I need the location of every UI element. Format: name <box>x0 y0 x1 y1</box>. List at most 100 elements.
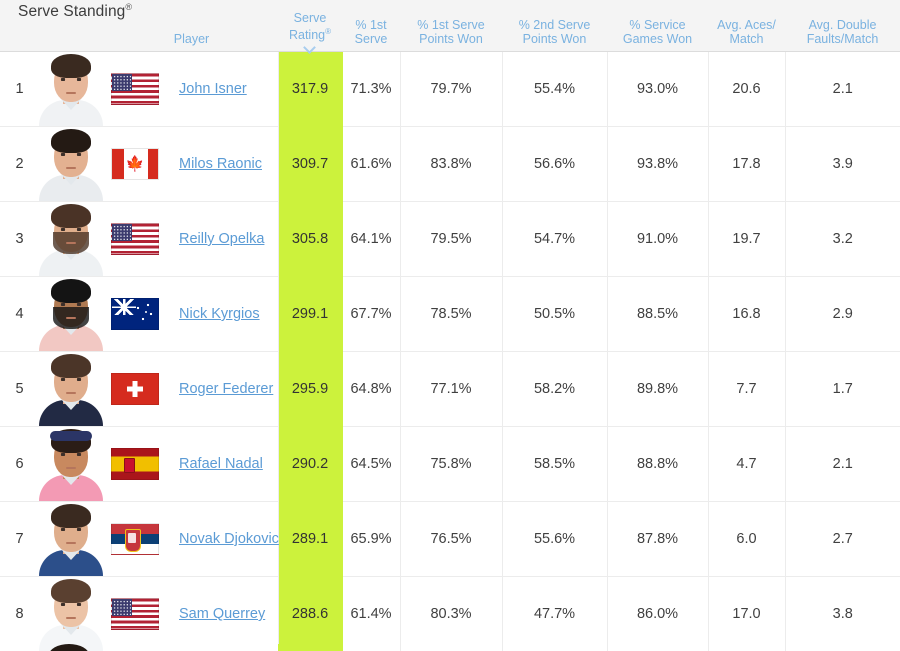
player-photo-cell[interactable] <box>35 126 105 202</box>
player-cell[interactable]: Milos Raonic <box>105 126 279 202</box>
player-photo-cell[interactable] <box>35 426 105 502</box>
table-row[interactable]: 1 John Isner 317.9 71.3% 79.7% 55.4% 93.0% 20.6… <box>0 52 900 127</box>
avg-aces-per-match-cell: 4.7 <box>708 426 786 502</box>
avg-double-faults-per-match-cell: 2.7 <box>785 501 900 577</box>
col-header-avg-aces-match[interactable]: Avg. Aces/ Match <box>708 0 785 52</box>
col-header-first-serve-points-won-l1: % 1st Serve <box>417 18 485 32</box>
col-header-first-serve-points-won-l2: Points Won <box>419 32 483 46</box>
second-serve-points-won-cell: 56.6% <box>502 126 608 202</box>
first-serve-points-won-cell: 78.5% <box>400 276 503 352</box>
player-name-link[interactable]: Rafael Nadal <box>179 456 263 472</box>
player-name-link[interactable]: Sam Querrey <box>179 606 265 622</box>
portrait-hair <box>51 354 91 378</box>
second-serve-points-won-cell: 54.7% <box>502 201 608 277</box>
player-photo-cell[interactable] <box>35 52 105 127</box>
portrait-eyes <box>59 603 83 606</box>
serve-rating-highlight <box>278 644 342 651</box>
avg-double-faults-per-match-cell: 1.7 <box>785 351 900 427</box>
col-header-service-games-won-l2: Games Won <box>622 32 693 46</box>
rank-cell: 7 <box>0 501 35 577</box>
serve-rating-cell: 295.9 <box>278 351 343 427</box>
avg-double-faults-per-match-cell: 3.2 <box>785 201 900 277</box>
col-header-second-serve-points-won[interactable]: % 2nd Serve Points Won <box>502 0 607 52</box>
player-photo-cell[interactable] <box>35 501 105 577</box>
serve-standing-table: Player Serve Rating® % 1st Serve % 1st S… <box>0 0 900 651</box>
col-header-first-serve-points-won[interactable]: % 1st Serve Points Won <box>400 0 502 52</box>
col-header-avg-double-faults-match[interactable]: Avg. Double Faults/Match <box>785 0 900 52</box>
player-photo <box>35 644 103 651</box>
rank-cell: 6 <box>0 426 35 502</box>
portrait-headband <box>50 431 92 441</box>
avg-double-faults-per-match-cell: 3.8 <box>785 576 900 651</box>
service-games-won-cell: 86.0% <box>607 576 709 651</box>
flag-icon-usa <box>111 598 159 630</box>
col-header-service-games-won[interactable]: % Service Games Won <box>607 0 708 52</box>
table-row[interactable]: 7 Novak Djokovic 289.1 65.9% 76.5% 55.6% 87.8%… <box>0 501 900 577</box>
next-row-preview <box>0 644 900 651</box>
col-header-second-serve-points-won-l1: % 2nd Serve <box>518 18 591 32</box>
player-name-link[interactable]: Novak Djokovic <box>179 531 279 547</box>
serve-rating-cell: 309.7 <box>278 126 343 202</box>
col-header-player-l1: Player <box>173 32 210 46</box>
player-name-link[interactable]: Reilly Opelka <box>179 231 264 247</box>
first-serve-pct-cell: 64.5% <box>342 426 401 502</box>
portrait-mouth <box>66 392 76 394</box>
table-row[interactable]: 4 Nick Kyrgios 299.1 67.7% 78.5% 50.5% 88.5% 16… <box>0 276 900 352</box>
player-photo-cell[interactable] <box>35 351 105 427</box>
chevron-down-icon[interactable] <box>305 43 316 50</box>
rank-cell: 4 <box>0 276 35 352</box>
serve-rating-cell: 289.1 <box>278 501 343 577</box>
col-header-first-serve-l1: % 1st <box>355 18 387 32</box>
avg-double-faults-per-match-cell: 2.1 <box>785 52 900 127</box>
table-row[interactable]: 3 Reilly Opelka 305.8 64.1% 79.5% 54.7% 91.0% 1… <box>0 201 900 277</box>
first-serve-points-won-cell: 79.7% <box>400 52 503 127</box>
player-name-link[interactable]: John Isner <box>179 81 247 97</box>
player-cell[interactable]: John Isner <box>105 52 279 127</box>
player-cell[interactable]: Reilly Opelka <box>105 201 279 277</box>
player-name-link[interactable]: Nick Kyrgios <box>179 306 260 322</box>
player-name-link[interactable]: Roger Federer <box>179 381 273 397</box>
first-serve-pct-cell: 61.6% <box>342 126 401 202</box>
table-row[interactable]: 6 Rafael Nadal 290.2 64.5% 75.8% 58.5% 88.8% 4.… <box>0 426 900 502</box>
avg-double-faults-per-match-cell: 3.9 <box>785 126 900 202</box>
player-cell[interactable]: Novak Djokovic <box>105 501 279 577</box>
portrait-eyes <box>59 153 83 156</box>
portrait-eyes <box>59 378 83 381</box>
flag-icon-sui <box>111 373 159 405</box>
col-header-service-games-won-l1: % Service <box>629 18 686 32</box>
second-serve-points-won-cell: 58.5% <box>502 426 608 502</box>
first-serve-pct-cell: 64.8% <box>342 351 401 427</box>
player-cell[interactable]: Nick Kyrgios <box>105 276 279 352</box>
second-serve-points-won-cell: 58.2% <box>502 351 608 427</box>
col-header-serve-rating[interactable]: Serve Rating® <box>278 0 342 52</box>
player-photo-cell[interactable] <box>35 276 105 352</box>
player-cell[interactable]: Roger Federer <box>105 351 279 427</box>
player-name-link[interactable]: Milos Raonic <box>179 156 262 172</box>
player-cell[interactable]: Rafael Nadal <box>105 426 279 502</box>
portrait-hair <box>51 504 91 528</box>
table-row[interactable]: 2 Milos Raonic 309.761.6%83.8%56.6%93.8%17… <box>0 126 900 202</box>
table-row[interactable]: 5 Roger Federer 295.9 64.8% 77.1% 58.2% 89.8% 7… <box>0 351 900 427</box>
table-row[interactable]: 8 Sam Querrey 288.6 61.4% 80.3% 47.7% 86.0% 17.… <box>0 576 900 651</box>
player-photo-cell[interactable] <box>35 576 105 651</box>
player-photo-cell[interactable] <box>35 201 105 277</box>
col-header-avg-double-faults-match-l2: Faults/Match <box>806 32 879 46</box>
player-wrap: Rafael Nadal <box>105 427 278 501</box>
avg-aces-per-match-cell: 16.8 <box>708 276 786 352</box>
player-photo <box>37 127 105 201</box>
player-photo <box>37 352 105 426</box>
portrait-mouth <box>66 467 76 469</box>
service-games-won-cell: 88.8% <box>607 426 709 502</box>
col-header-first-serve[interactable]: % 1st Serve <box>342 0 400 52</box>
portrait-hair <box>51 579 91 603</box>
first-serve-points-won-cell: 80.3% <box>400 576 503 651</box>
page-title: Serve Standing® <box>18 2 132 21</box>
service-games-won-cell: 93.0% <box>607 52 709 127</box>
serve-rating-cell: 299.1 <box>278 276 343 352</box>
col-header-serve-rating-l2: Rating <box>288 28 326 42</box>
player-cell[interactable]: Sam Querrey <box>105 576 279 651</box>
player-wrap: Milos Raonic <box>105 127 278 201</box>
portrait-mouth <box>66 167 76 169</box>
player-photo <box>37 427 105 501</box>
player-wrap: Reilly Opelka <box>105 202 278 276</box>
